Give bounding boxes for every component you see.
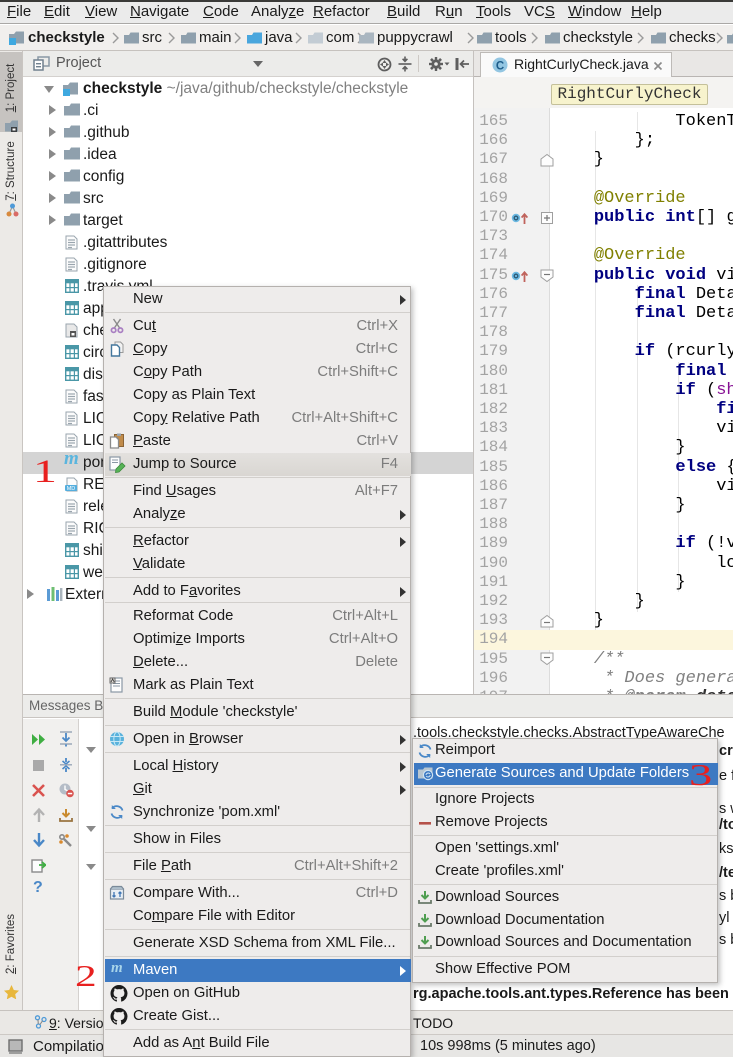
svg-text:MD: MD	[67, 486, 76, 492]
svg-text:C: C	[496, 61, 504, 73]
